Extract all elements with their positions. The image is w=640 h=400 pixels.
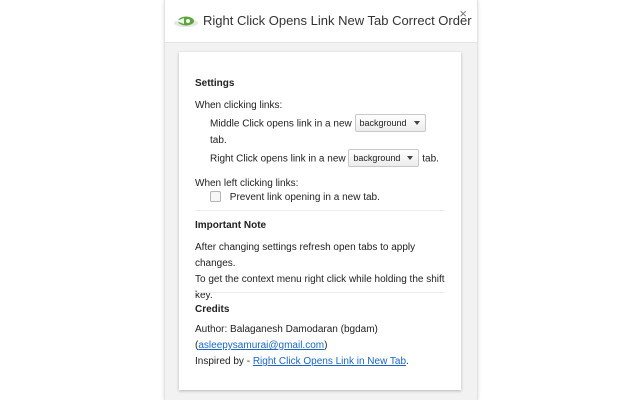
inspired-suffix: . — [406, 356, 409, 367]
middle-click-select-value: background — [359, 118, 407, 128]
note-heading: Important Note — [195, 220, 267, 231]
email-close-paren: ) — [324, 340, 328, 351]
caret-down-icon — [407, 156, 414, 160]
settings-section: Settings — [195, 76, 453, 92]
inspired-prefix: Inspired by - — [195, 356, 253, 367]
right-click-select-value: background — [353, 153, 401, 163]
settings-heading: Settings — [195, 78, 235, 89]
middle-click-suffix: tab. — [210, 135, 227, 146]
dialog-titlebar: Right Click Opens Link New Tab Correct O… — [165, 0, 477, 43]
prevent-option-row[interactable]: Prevent link opening in a new tab. — [210, 190, 380, 206]
right-click-prefix: Right Click opens link in a new — [210, 153, 346, 165]
prevent-new-tab-checkbox[interactable] — [210, 190, 221, 202]
dialog-title: Right Click Opens Link New Tab Correct O… — [203, 13, 472, 28]
note-body: After changing settings refresh open tab… — [195, 240, 453, 304]
options-panel: Settings When clicking links: Middle Cli… — [179, 52, 461, 390]
credits-body: Author: Balaganesh Damodaran (bgdam) (as… — [195, 322, 453, 370]
extension-options-dialog: Right Click Opens Link New Tab Correct O… — [164, 0, 478, 400]
app-icon — [174, 16, 198, 27]
right-click-suffix: tab. — [422, 153, 439, 165]
close-icon[interactable]: × — [459, 7, 467, 21]
middle-click-select[interactable]: background — [354, 114, 426, 132]
inspired-line: Inspired by - Right Click Opens Link in … — [195, 354, 453, 370]
divider — [195, 292, 445, 293]
author-text: Author: Balaganesh Damodaran (bgdam) — [195, 324, 378, 335]
email-line: (asleepysamurai@gmail.com) — [195, 338, 453, 354]
caret-down-icon — [413, 121, 420, 125]
credits-section: Credits — [195, 302, 453, 318]
divider — [195, 210, 445, 211]
note-line-1: After changing settings refresh open tab… — [195, 242, 416, 269]
when-clicking-label: When clicking links: — [195, 100, 283, 111]
inspired-by-link[interactable]: Right Click Opens Link in New Tab — [253, 356, 406, 367]
credits-heading: Credits — [195, 304, 230, 315]
note-line-2: To get the context menu right click whil… — [195, 274, 445, 285]
note-section: Important Note — [195, 218, 453, 234]
right-click-row: Right Click opens link in a new backgrou… — [210, 149, 439, 168]
right-click-select[interactable]: background — [348, 149, 420, 167]
middle-click-row: Middle Click opens link in a new backgro… — [210, 114, 426, 133]
prevent-new-tab-label: Prevent link opening in a new tab. — [229, 192, 380, 203]
middle-click-prefix: Middle Click opens link in a new — [210, 118, 352, 130]
author-email-link[interactable]: asleepysamurai@gmail.com — [198, 340, 324, 351]
